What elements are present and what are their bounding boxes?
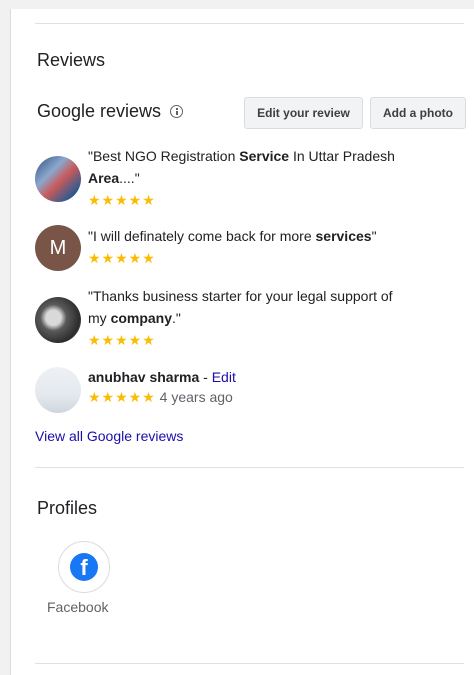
review-text-part: my [88, 310, 111, 326]
review-time: 4 years ago [159, 389, 233, 405]
review-text-part: "Thanks business starter for your legal … [88, 288, 393, 304]
google-reviews-title: Google reviews [37, 101, 184, 122]
review-keyword: Area [88, 170, 120, 186]
review-keyword: Service [239, 148, 290, 164]
view-all-google-reviews-link[interactable]: View all Google reviews [35, 428, 183, 444]
top-divider [35, 23, 464, 24]
reviews-heading: Reviews [37, 50, 106, 70]
reviewer-avatar[interactable] [35, 297, 81, 343]
reviews-panel: Reviews Google reviews Edit your review … [10, 9, 474, 675]
facebook-label: Facebook [47, 599, 109, 615]
own-avatar[interactable] [35, 367, 81, 413]
edit-review-link[interactable]: Edit [212, 369, 236, 385]
review-keyword: services [315, 228, 372, 244]
reviewer-avatar[interactable] [35, 156, 81, 202]
review-text: "Thanks business starter for your legal … [88, 285, 393, 351]
review-text: "Best NGO Registration Service In Uttar … [88, 145, 395, 211]
bottom-divider [35, 663, 464, 664]
star-rating: ★★★★★ [88, 332, 156, 348]
review-text-part: "I will definately come back for more [88, 228, 316, 244]
reviewer-name: anubhav sharma [88, 369, 200, 385]
review-text-part: ." [172, 310, 181, 326]
review-text: "I will definately come back for more se… [88, 225, 377, 269]
own-review-text: anubhav sharma - Edit ★★★★★ 4 years ago [88, 367, 236, 407]
middle-divider [35, 467, 464, 468]
avatar-letter: M [49, 236, 67, 259]
edit-your-review-button[interactable]: Edit your review [244, 97, 363, 129]
star-rating: ★★★★★ [88, 192, 156, 208]
facebook-icon: f [70, 553, 98, 581]
review-text-part: " [371, 228, 377, 244]
review-text-part: ...." [119, 170, 140, 186]
star-rating: ★★★★★ [88, 389, 156, 405]
add-a-photo-button[interactable]: Add a photo [370, 97, 466, 129]
profiles-heading: Profiles [37, 498, 98, 518]
info-icon[interactable] [170, 105, 184, 118]
star-rating: ★★★★★ [88, 250, 156, 266]
reviewer-avatar[interactable]: M [35, 225, 81, 271]
facebook-profile-button[interactable]: f [58, 541, 110, 593]
separator: - [199, 369, 212, 385]
google-reviews-label: Google reviews [37, 101, 162, 121]
review-keyword: company [110, 310, 173, 326]
review-text-part: "Best NGO Registration [88, 148, 240, 164]
review-text-part: In Uttar Pradesh [289, 148, 395, 164]
